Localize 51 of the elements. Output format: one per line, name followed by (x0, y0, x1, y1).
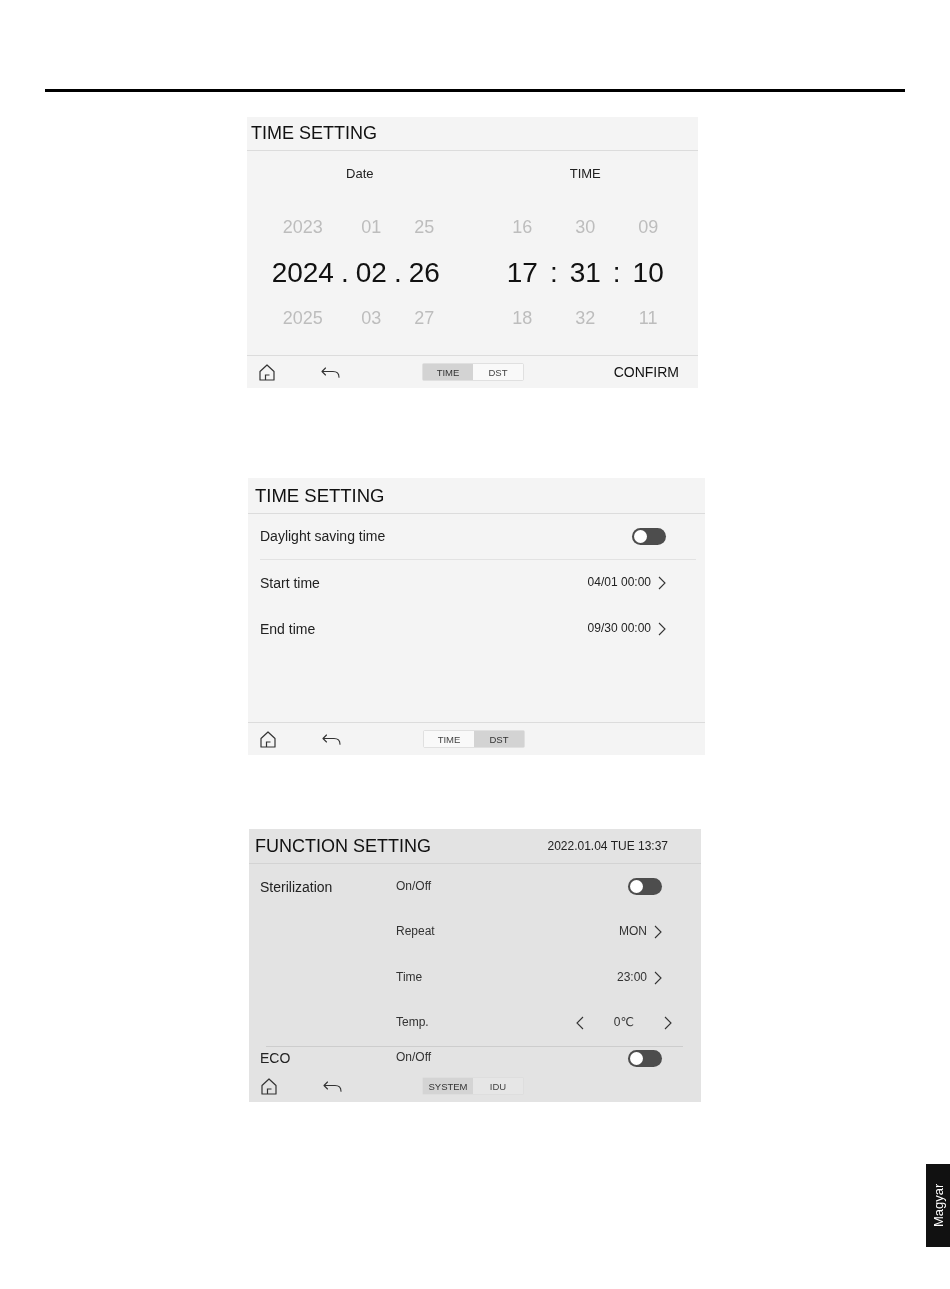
confirm-button[interactable]: CONFIRM (613, 364, 679, 380)
column-heading: Date (346, 165, 374, 183)
selected-value[interactable]: 2024 (271, 257, 334, 290)
selected-value[interactable]: 10 (632, 257, 664, 290)
chevron-right-icon[interactable] (658, 576, 666, 590)
chevron-right-icon[interactable] (658, 622, 666, 636)
date-time: 2022.01.04 TUE 13:37 (547, 839, 668, 853)
setting-label: Start time (260, 574, 320, 592)
tab[interactable]: TIME (423, 364, 473, 380)
date-separator: . (393, 257, 402, 290)
toggle-switch[interactable] (628, 878, 662, 896)
time-separator: : (549, 257, 558, 290)
back-icon[interactable] (323, 1080, 342, 1092)
setting-label: Temp. (396, 1016, 429, 1031)
chevron-right-icon[interactable] (664, 1016, 672, 1031)
setting-label: Repeat (396, 925, 435, 940)
screen-title: TIME SETTING (255, 484, 385, 507)
toggle-switch[interactable] (628, 1049, 662, 1067)
setting-value: 04/01 00:00 (587, 576, 651, 590)
column-heading: TIME (569, 165, 601, 183)
selected-value[interactable]: 02 (355, 257, 387, 290)
setting-value: 0℃ (613, 1016, 634, 1031)
screen-title: FUNCTION SETTING (255, 835, 431, 857)
group-name: ECO (260, 1049, 291, 1067)
home-icon[interactable] (259, 363, 275, 381)
group-name: Sterilization (260, 878, 333, 895)
time-separator: : (612, 257, 621, 290)
setting-label: Time (396, 970, 423, 985)
language-marker: Magyar (926, 1164, 950, 1247)
setting-value: 09/30 00:00 (587, 622, 651, 636)
home-icon[interactable] (261, 1077, 277, 1095)
selected-value[interactable]: 17 (506, 257, 538, 290)
screen-title: TIME SETTING (251, 123, 377, 144)
chevron-right-icon[interactable] (654, 925, 662, 940)
back-icon[interactable] (322, 733, 341, 745)
setting-label: Daylight saving time (260, 528, 386, 545)
home-icon[interactable] (260, 730, 276, 748)
chevron-right-icon[interactable] (654, 970, 662, 985)
setting-label: On/Off (396, 1051, 432, 1065)
setting-value: MON (619, 925, 647, 940)
selected-value[interactable]: 26 (408, 257, 440, 290)
setting-label: End time (260, 620, 316, 638)
tab[interactable]: SYSTEM (423, 1078, 473, 1094)
toggle-switch[interactable] (632, 528, 666, 545)
date-separator: . (340, 257, 349, 290)
back-icon[interactable] (321, 366, 340, 378)
tab[interactable]: DST (474, 731, 524, 747)
setting-label: On/Off (396, 879, 432, 894)
chevron-left-icon[interactable] (575, 1016, 584, 1031)
setting-value: 23:00 (616, 970, 647, 985)
selected-value[interactable]: 31 (569, 257, 601, 290)
